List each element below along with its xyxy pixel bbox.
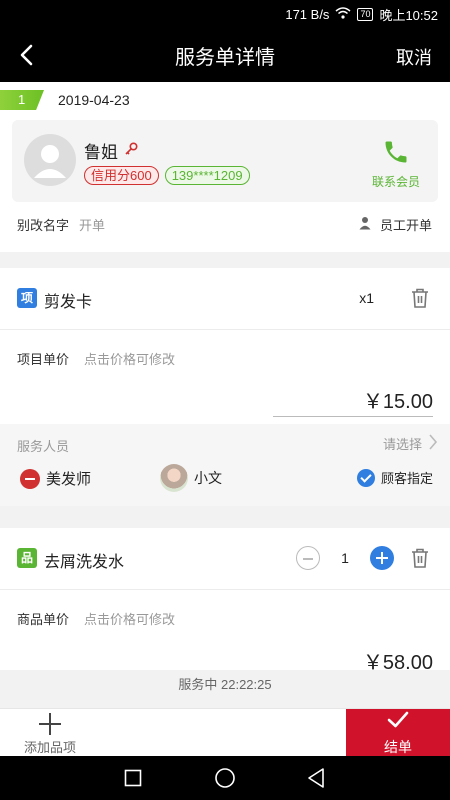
home-icon[interactable] <box>214 767 236 794</box>
staff-member[interactable]: 小文 <box>160 464 222 492</box>
staff-open-label: 员工开单 <box>379 218 432 233</box>
plus-icon <box>39 713 61 735</box>
item-2-price-label: 商品单价 <box>17 612 70 627</box>
checkmark-icon <box>386 711 410 735</box>
member-badges: 信用分600 139****1209 <box>84 166 250 185</box>
alias-input[interactable]: 开单 <box>79 215 105 234</box>
clock: 晚上10:52 <box>379 7 438 23</box>
service-staff-block: 服务人员 请选择 美发师 小文 顾客指定 <box>0 424 450 506</box>
person-icon <box>358 216 372 233</box>
checkout-button[interactable]: 结单 <box>346 709 450 757</box>
back-arrow-icon[interactable] <box>14 42 40 68</box>
increase-button[interactable] <box>370 546 394 570</box>
page-title: 服务单详情 <box>175 46 275 69</box>
quantity-value: 1 <box>341 550 349 566</box>
remove-role-icon[interactable] <box>20 468 40 489</box>
bottom-action-bar: 添加品项 结单 <box>0 708 450 757</box>
section-divider <box>0 506 450 528</box>
system-nav-bar <box>0 756 450 800</box>
customer-designated-label: 顾客指定 <box>380 471 433 486</box>
staff-open-button[interactable]: 员工开单 <box>358 215 432 234</box>
staff-select-label: 请选择 <box>382 437 422 452</box>
service-item-icon: 项 <box>17 288 37 308</box>
item-1-price-block: 项目单价 点击价格可修改 ￥15.00 <box>0 331 450 424</box>
item-1-price-label: 项目单价 <box>17 352 70 367</box>
item-1-header: 项 剪发卡 x1 <box>0 268 450 330</box>
add-item-button[interactable]: 添加品项 <box>0 709 100 757</box>
product-item-icon: 品 <box>17 548 37 568</box>
order-index-tag: 1 <box>0 90 44 110</box>
customer-designated-checkbox[interactable]: 顾客指定 <box>356 468 433 487</box>
add-item-label: 添加品项 <box>23 740 76 755</box>
item-2-price-block: 商品单价 点击价格可修改 ￥58.00 <box>0 591 450 674</box>
chevron-right-icon <box>428 434 438 453</box>
item-2-name: 去屑洗发水 <box>44 554 125 571</box>
item-2-header: 品 去屑洗发水 1 <box>0 528 450 590</box>
recent-apps-icon[interactable] <box>124 769 142 792</box>
item-1-name: 剪发卡 <box>44 294 93 311</box>
contact-member-button[interactable]: 联系会员 <box>368 138 424 190</box>
avatar <box>24 134 76 186</box>
status-bar: 171 B/s 70 晚上10:52 <box>0 0 450 28</box>
member-name-row: 鲁姐 <box>84 138 138 163</box>
quantity-stepper: 1 <box>296 546 394 570</box>
staff-label: 服务人员 <box>17 439 70 454</box>
alias-row: 别改名字 开单 员工开单 <box>0 206 450 242</box>
staff-member-name: 小文 <box>194 470 222 486</box>
phone-icon <box>382 141 410 170</box>
staff-select-button[interactable]: 请选择 <box>383 434 438 453</box>
staff-avatar <box>160 464 188 492</box>
key-icon <box>124 141 138 161</box>
item-1-qty: x1 <box>359 290 374 306</box>
phone-badge: 139****1209 <box>164 166 250 185</box>
role-hairdresser[interactable]: 美发师 <box>20 468 91 489</box>
member-name: 鲁姐 <box>84 143 118 162</box>
nav-bar: 服务单详情 取消 <box>0 28 450 82</box>
trash-icon[interactable] <box>410 547 430 569</box>
item-2-price-hint: 点击价格可修改 <box>84 612 176 627</box>
section-divider <box>0 252 450 268</box>
contact-member-label: 联系会员 <box>371 175 420 189</box>
alias-label: 别改名字 <box>17 217 70 233</box>
credit-badge: 信用分600 <box>84 166 159 185</box>
item-1-price-input[interactable]: ￥15.00 <box>273 385 433 417</box>
trash-icon[interactable] <box>410 287 430 309</box>
wifi-icon <box>335 6 351 22</box>
member-card[interactable]: 鲁姐 信用分600 139****1209 联系会员 <box>12 120 438 202</box>
order-date: 2019-04-23 <box>58 92 130 108</box>
service-timer: 服务中 22:22:25 <box>0 670 450 708</box>
back-triangle-icon[interactable] <box>306 767 326 794</box>
network-speed: 171 B/s <box>285 6 330 22</box>
decrease-button[interactable] <box>296 546 320 570</box>
battery-icon: 70 <box>357 7 374 21</box>
item-1-price-hint: 点击价格可修改 <box>84 352 176 367</box>
order-date-row: 1 2019-04-23 <box>0 88 450 112</box>
cancel-button[interactable]: 取消 <box>396 44 432 70</box>
checkout-label: 结单 <box>384 739 412 755</box>
check-icon <box>356 468 375 487</box>
role-label: 美发师 <box>46 471 92 488</box>
